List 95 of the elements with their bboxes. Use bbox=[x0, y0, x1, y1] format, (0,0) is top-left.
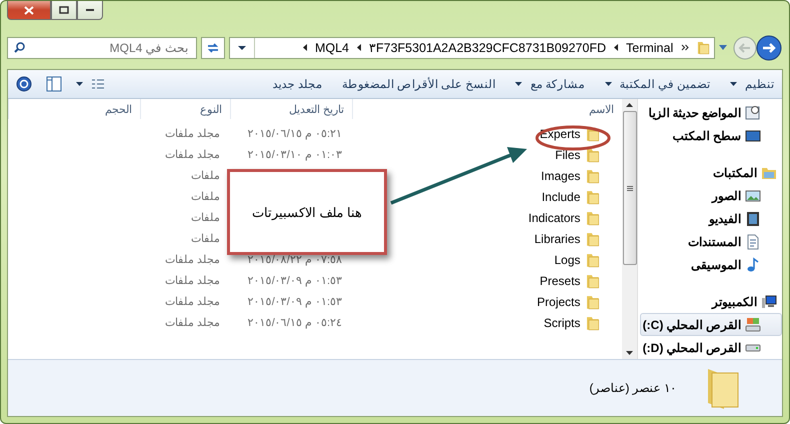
type-cell: ملفات bbox=[191, 211, 220, 224]
file-name[interactable]: Presets bbox=[540, 274, 580, 288]
search-icon bbox=[14, 42, 25, 54]
type-cell: مجلد ملفات bbox=[164, 274, 220, 287]
type-cell: مجلد ملفات bbox=[164, 316, 220, 329]
date-cell: ٠١:٥٣ م ٢٠١٥/٠٣/٠٩ bbox=[248, 295, 342, 308]
item-count: ١٠ عنصر (عناصر) bbox=[589, 381, 676, 395]
folder-icon bbox=[586, 230, 600, 246]
maximize-icon bbox=[59, 6, 69, 14]
video-icon bbox=[745, 210, 761, 226]
type-cell: مجلد ملفات bbox=[164, 127, 220, 140]
scrollbar[interactable] bbox=[622, 99, 638, 359]
date-cell: ٠٥:٢١ م ٢٠١٥/٠٦/١٥ bbox=[248, 127, 342, 140]
folder-icon bbox=[586, 210, 600, 226]
scroll-down-icon[interactable] bbox=[626, 351, 633, 355]
toolbar-button[interactable]: تضمين في المكتبة bbox=[604, 77, 710, 91]
minimize-icon bbox=[85, 8, 95, 12]
folder-icon bbox=[586, 314, 600, 330]
breadcrumb[interactable]: ٣F73F5301A2A2B329CFC8731B09270FD bbox=[368, 40, 606, 56]
grip-icon bbox=[626, 186, 632, 190]
pictures-icon bbox=[745, 188, 761, 204]
toolbar-button[interactable]: تنظيم bbox=[730, 77, 774, 91]
folder-icon bbox=[586, 168, 600, 184]
drive-icon bbox=[745, 316, 761, 332]
date-cell: ٠٧:٥٨ م ٢٠١٥/٠٨/٢٢ bbox=[248, 253, 342, 266]
refresh-button[interactable] bbox=[201, 36, 225, 59]
date-cell: ٠١:٠٣ م ٢٠١٥/٠٣/١٠ bbox=[248, 148, 342, 161]
help-icon[interactable] bbox=[16, 76, 32, 92]
folder-icon bbox=[586, 146, 600, 162]
folder-icon bbox=[586, 188, 600, 204]
file-name[interactable]: Logs bbox=[554, 252, 580, 266]
nav-item[interactable]: المستندات bbox=[640, 230, 782, 253]
overflow-chevron-icon bbox=[681, 44, 690, 52]
drive-icon bbox=[745, 344, 761, 352]
type-cell: ملفات bbox=[191, 190, 220, 203]
folder-icon bbox=[697, 40, 710, 56]
breadcrumb[interactable]: MQL4 bbox=[314, 40, 349, 55]
type-cell: مجلد ملفات bbox=[164, 148, 220, 161]
nav-item[interactable]: سطح المكتب bbox=[640, 124, 782, 147]
scroll-up-icon[interactable] bbox=[626, 103, 633, 107]
file-name[interactable]: Images bbox=[541, 168, 580, 182]
file-name[interactable]: Indicators bbox=[528, 210, 580, 224]
recent-pages-caret-icon[interactable] bbox=[719, 45, 727, 50]
close-button[interactable] bbox=[7, 1, 51, 20]
type-cell: ملفات bbox=[191, 169, 220, 182]
column-header[interactable]: الحجم bbox=[105, 102, 132, 116]
type-cell: مجلد ملفات bbox=[164, 295, 220, 308]
minimize-button[interactable] bbox=[77, 1, 103, 20]
nav-item[interactable]: القرص المحلي (C:) bbox=[640, 313, 782, 336]
nav-item[interactable]: الموسيقى bbox=[640, 253, 782, 276]
computer-icon bbox=[761, 294, 777, 310]
type-cell: ملفات bbox=[191, 232, 220, 245]
scroll-thumb[interactable] bbox=[622, 111, 636, 265]
column-header[interactable]: تاريخ التعديل bbox=[288, 102, 344, 116]
folder-icon bbox=[586, 252, 600, 268]
separator-arrow-icon bbox=[302, 44, 307, 52]
nav-item[interactable]: القرص المحلي (D:) bbox=[640, 336, 782, 359]
file-name[interactable]: Include bbox=[542, 190, 580, 204]
file-name[interactable]: Files bbox=[555, 148, 580, 162]
recent-places-icon bbox=[745, 104, 761, 120]
search-field[interactable]: بحث في MQL4 bbox=[31, 40, 190, 56]
type-cell: مجلد ملفات bbox=[164, 253, 220, 266]
caret-icon bbox=[76, 82, 83, 86]
folder-icon bbox=[586, 272, 600, 288]
view-details-icon[interactable] bbox=[91, 78, 105, 90]
navigation-buttons-icon[interactable] bbox=[731, 34, 783, 61]
refresh-icon bbox=[206, 42, 220, 54]
nav-item[interactable]: الفيديو bbox=[640, 207, 782, 230]
nav-item[interactable]: الكمبيوتر bbox=[640, 290, 782, 313]
separator-arrow-icon bbox=[356, 44, 361, 52]
nav-item[interactable]: المواضع حديثة الزيا bbox=[640, 101, 782, 124]
column-header[interactable]: الاسم bbox=[589, 102, 614, 116]
separator-arrow-icon bbox=[614, 44, 618, 52]
breadcrumb[interactable]: Terminal bbox=[626, 40, 674, 55]
file-name[interactable]: Scripts bbox=[544, 316, 580, 330]
nav-item[interactable]: الصور bbox=[640, 184, 782, 207]
date-cell: ٠١:٥٣ م ٢٠١٥/٠٣/٠٩ bbox=[248, 274, 342, 287]
toolbar-button[interactable]: مشاركة مع bbox=[515, 77, 585, 91]
file-name[interactable]: Libraries bbox=[534, 232, 580, 246]
toolbar-button[interactable]: مجلد جديد bbox=[272, 77, 322, 91]
search-box[interactable]: بحث في MQL4 bbox=[7, 36, 197, 59]
toolbar-button[interactable]: النسخ على الأقراص المضغوطة bbox=[342, 77, 496, 91]
nav-item[interactable]: المكتبات bbox=[640, 161, 782, 184]
desktop-icon bbox=[745, 128, 761, 144]
maximize-button[interactable] bbox=[51, 1, 77, 20]
date-cell: ٠٥:٢٤ م ٢٠١٥/٠٦/١٥ bbox=[248, 316, 342, 329]
callout-text: هنا ملف الاكسبيرتات bbox=[252, 204, 362, 220]
folder-icon bbox=[586, 294, 600, 310]
file-name[interactable]: Projects bbox=[537, 294, 580, 308]
preview-pane-icon[interactable] bbox=[46, 76, 62, 92]
document-icon bbox=[745, 234, 761, 250]
column-header[interactable]: النوع bbox=[200, 102, 222, 116]
caret-icon bbox=[238, 46, 246, 50]
music-note-icon bbox=[745, 256, 761, 272]
close-icon bbox=[24, 6, 34, 14]
